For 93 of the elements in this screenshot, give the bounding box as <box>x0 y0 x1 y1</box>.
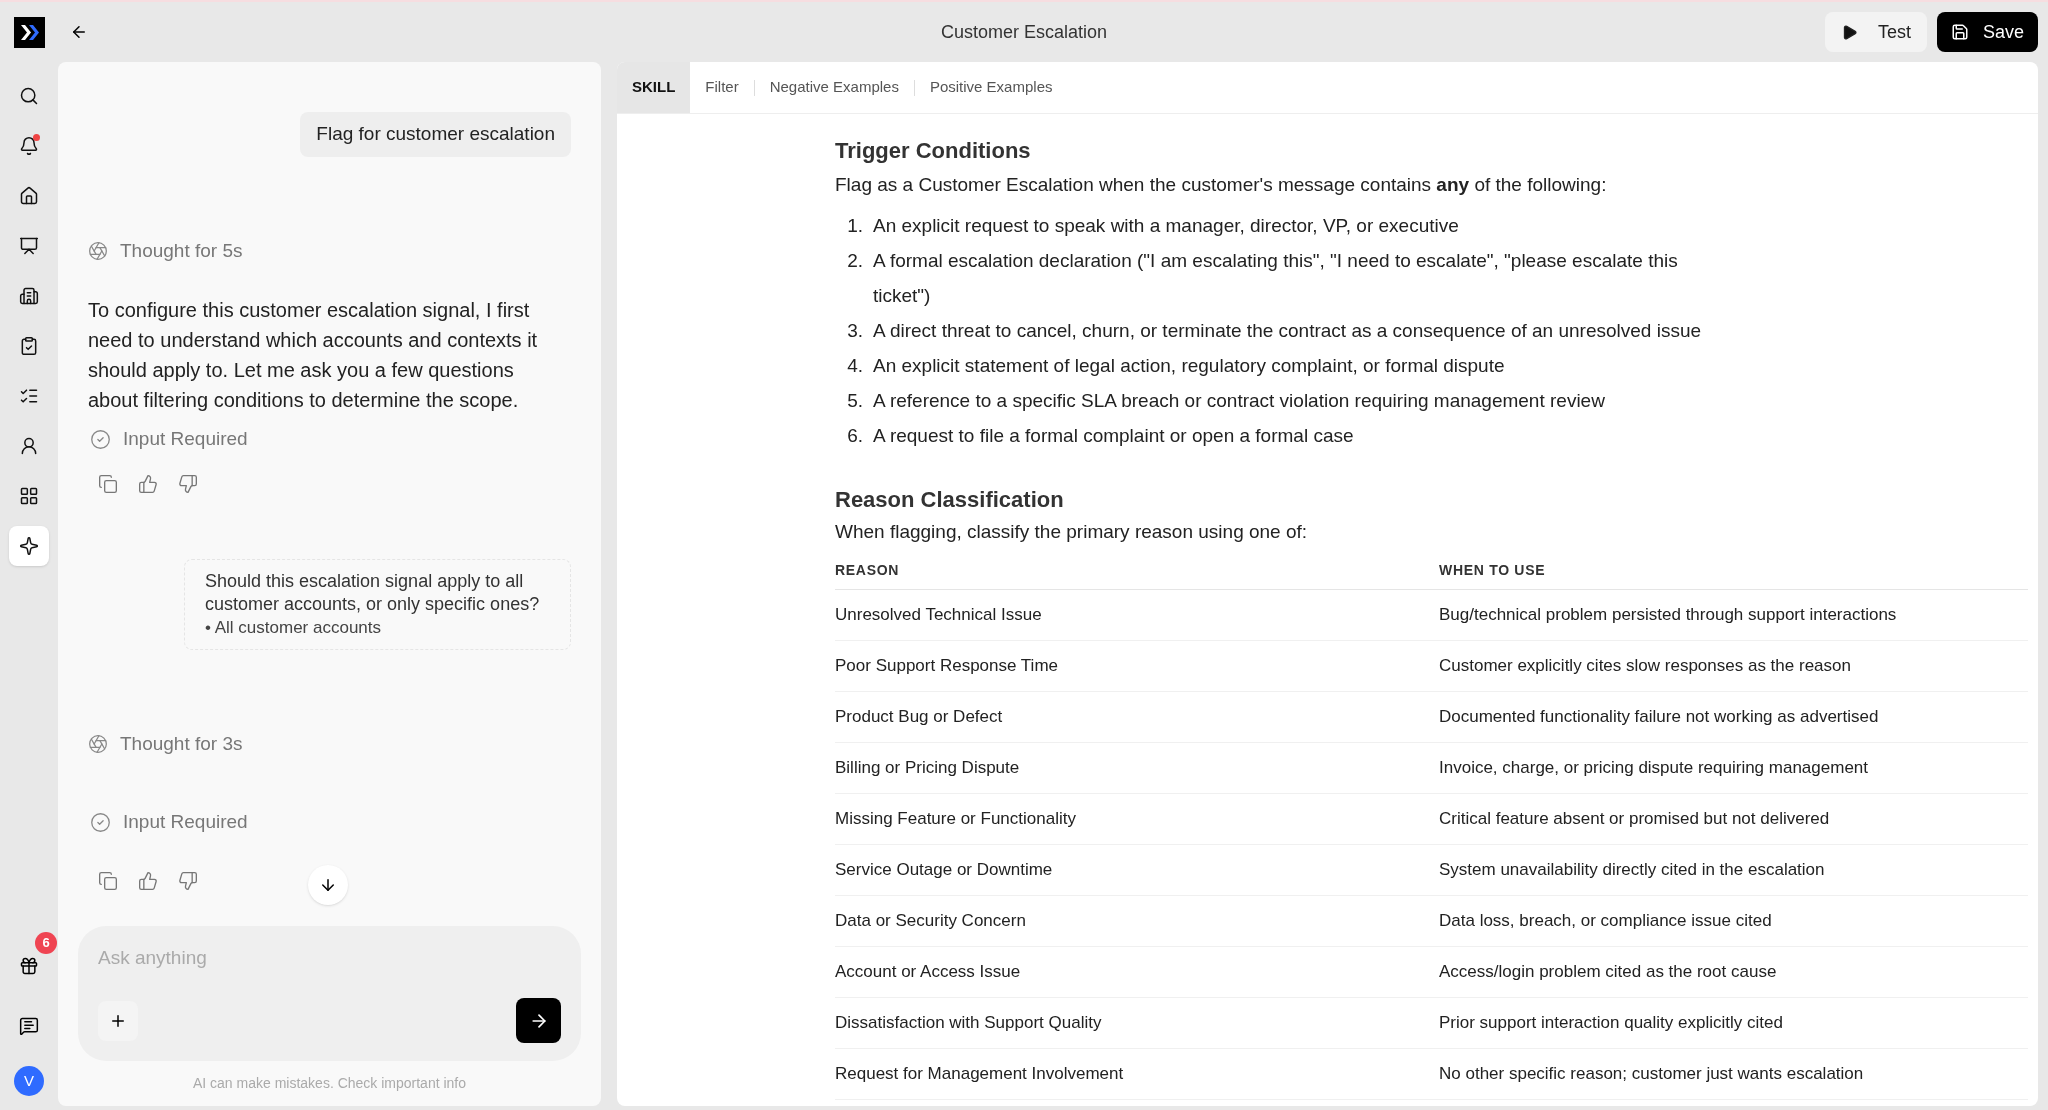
section-intro: Flag as a Customer Escalation when the customer's message contains any of the following: <box>835 173 1608 197</box>
copy-button[interactable] <box>98 870 118 891</box>
table-cell-text: Poor Support Response Time <box>835 655 1059 678</box>
copy-icon <box>98 473 118 494</box>
table-cell-text: Missing Feature or Functionality <box>835 808 1077 831</box>
list-item: An explicit statement of legal action, regulatory complaint, or formal dispute <box>873 353 1505 378</box>
thumbs-up-button[interactable] <box>138 870 158 891</box>
check-circle-icon <box>90 811 111 833</box>
sparkle-icon <box>19 536 39 556</box>
aperture-icon <box>88 733 108 754</box>
column-header: WHEN TO USE <box>1439 561 1547 580</box>
assistant-message: To configure this customer escalation signal, I first need to understand which accounts and contexts it should apply to. Let me ask you a few questions about filtering conditions to determine the scope. <box>88 298 539 413</box>
thumbs-down-icon <box>178 473 198 494</box>
scroll-down-button[interactable] <box>308 864 348 905</box>
table-cell-text: Prior support interaction quality explicitly cited <box>1439 1012 1784 1035</box>
column-header: REASON <box>835 561 901 580</box>
page-title: Customer Escalation <box>940 20 1108 44</box>
table-cell-text: Access/login problem cited as the root cause <box>1439 961 1778 984</box>
sidebar-item[interactable] <box>9 526 49 566</box>
home-icon <box>19 186 39 206</box>
disclaimer-text: AI can make mistakes. Check important info <box>191 1074 468 1093</box>
tab[interactable]: Positive Examples <box>914 62 1068 113</box>
person-icon <box>19 436 39 456</box>
chat-input[interactable]: Ask anything <box>78 926 581 1061</box>
tab[interactable]: SKILL <box>617 62 691 113</box>
message-input[interactable]: Ask anything <box>98 944 561 973</box>
table-cell-text: Customer explicitly cites slow responses as the reason <box>1439 655 1852 678</box>
list-number: 6. <box>846 423 864 448</box>
list-item: A formal escalation declaration ("I am escalating this", "I need to escalate", "please escalate this ticket") <box>873 248 1679 308</box>
attach-button[interactable] <box>98 1000 138 1041</box>
list-item: A direct threat to cancel, churn, or terminate the contract as a consequence of an unresolved issue <box>873 318 1702 343</box>
grid-icon <box>19 486 39 506</box>
bell-icon <box>19 136 39 156</box>
section-heading: Reason Classification <box>835 485 1065 514</box>
table-cell-text: Documented functionality failure not working as advertised <box>1439 706 1880 729</box>
question-text: Should this escalation signal apply to all customer accounts, or only specific ones? <box>205 569 541 616</box>
table-cell-text: Invoice, charge, or pricing dispute requiring management <box>1439 757 1870 780</box>
copy-button[interactable] <box>98 473 118 494</box>
thumbs-up-icon <box>138 870 158 891</box>
list-item: A reference to a specific SLA breach or contract violation requiring management review <box>873 388 1605 413</box>
table-cell-text: Product Bug or Defect <box>835 706 1004 729</box>
table-cell-text: Account or Access Issue <box>835 961 1022 984</box>
list-number: 2. <box>846 248 864 273</box>
thought-label: Thought for 3s <box>120 731 243 756</box>
table-cell-text: Data or Security Concern <box>835 910 1027 933</box>
table-cell-text: Critical feature absent or promised but not delivered <box>1439 808 1831 831</box>
tab[interactable]: Negative Examples <box>754 62 914 113</box>
user-message: Flag for customer escalation <box>300 112 571 157</box>
test-button[interactable]: Test <box>1824 12 1927 52</box>
tab[interactable]: Filter <box>690 62 754 113</box>
status-label: Input Required <box>123 810 248 834</box>
app-logo <box>13 16 45 48</box>
check-circle-icon <box>90 428 111 450</box>
thumbs-down-button[interactable] <box>178 870 198 891</box>
thumbs-down-button[interactable] <box>178 473 198 494</box>
list-item: A request to file a formal complaint or open a formal case <box>873 423 1354 448</box>
table-cell-text: Unresolved Technical Issue <box>835 604 1043 627</box>
table-cell-text: Bug/technical problem persisted through support interactions <box>1439 604 1898 627</box>
copy-icon <box>98 870 118 891</box>
list-number: 1. <box>846 213 864 238</box>
chart-screen-icon <box>19 236 39 256</box>
answer-text: • All customer accounts <box>205 616 383 639</box>
list-number: 5. <box>846 388 864 413</box>
search-icon <box>19 86 39 106</box>
thumbs-down-icon <box>178 870 198 891</box>
section-heading: Trigger Conditions <box>835 137 1032 165</box>
table-cell-text: No other specific reason; customer just wants escalation <box>1439 1063 1865 1086</box>
section-intro: When flagging, classify the primary reason using one of: <box>835 519 1309 544</box>
table-cell-text: System unavailability directly cited in the escalation <box>1439 859 1826 882</box>
checklist-icon <box>19 386 39 406</box>
clipboard-icon <box>19 336 39 356</box>
table-cell-text: Request for Management Involvement <box>835 1063 1125 1086</box>
table-cell-text: Dissatisfaction with Support Quality <box>835 1012 1103 1035</box>
table-cell-text: Billing or Pricing Dispute <box>835 757 1021 780</box>
save-icon <box>1950 23 1969 41</box>
list-number: 3. <box>846 318 864 343</box>
aperture-icon <box>88 240 108 261</box>
user-avatar[interactable]: V <box>14 1066 44 1096</box>
table-cell-text: Service Outage or Downtime <box>835 859 1054 882</box>
list-number: 4. <box>846 353 864 378</box>
back-button[interactable] <box>70 23 88 41</box>
table-cell-text: Data loss, breach, or compliance issue cited <box>1439 910 1773 933</box>
chat-icon <box>19 1016 39 1036</box>
building-icon <box>19 286 39 306</box>
send-button[interactable] <box>516 998 561 1043</box>
thumbs-up-icon <box>138 473 158 494</box>
count-badge: 6 <box>35 932 57 954</box>
list-item: An explicit request to speak with a manager, director, VP, or executive <box>873 213 1459 238</box>
thumbs-up-button[interactable] <box>138 473 158 494</box>
status-label: Input Required <box>123 427 248 451</box>
save-button[interactable]: Save <box>1936 12 2038 52</box>
gift-icon <box>19 956 39 976</box>
thought-label: Thought for 5s <box>120 238 243 263</box>
